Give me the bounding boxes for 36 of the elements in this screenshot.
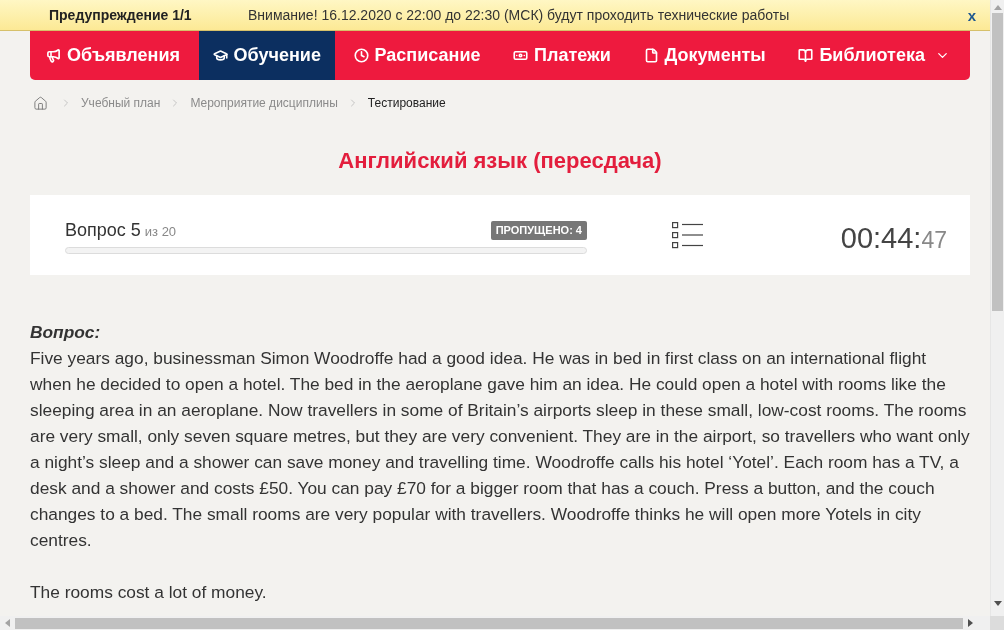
nav-tab[interactable]: Платежи: [499, 31, 625, 80]
scroll-up-arrow-icon[interactable]: [993, 4, 1002, 11]
scroll-down-arrow-icon[interactable]: [993, 600, 1002, 607]
question-total: из 20: [144, 223, 177, 239]
nav-tab[interactable]: Расписание: [339, 31, 495, 80]
statement-text: The rooms cost a lot of money.: [30, 581, 268, 604]
timer-value: 00:44:: [840, 221, 922, 255]
question-text: Five years ago, businessman Simon Woodroffe had a good idea. He was in bed in first class on an international flight when he decided to open a hotel. The bed in the aeroplane gave him an idea. He could open a hotel with rooms like the sleeping area in an aeroplane. Now travellers in some of Britain’s airports sleep in these small, low-cost rooms. The rooms are very small, only seven square metres, but they are very convenient. They are in the airport, so travellers who want only a night’s sleep and a shower can save money and travelling time. Woodroffe calls his hotel ‘Yotel’. Each room has a TV, a desk and a shower and costs £50. You can pay £70 for a bigger room that has a couch. Press a button, and the couch changes to a bed. The small rooms are very popular with travellers. Woodroffe thinks he will open more Yotels in city centres.: [30, 347, 971, 552]
book-icon: [798, 48, 814, 63]
banknote-icon: [513, 48, 529, 63]
megaphone-icon: [46, 48, 61, 63]
question-label: Вопрос:: [30, 321, 102, 344]
question-list-button[interactable]: [672, 221, 703, 249]
breadcrumb-current: Тестирование: [367, 96, 446, 110]
nav-tab[interactable]: Объявления: [32, 31, 194, 80]
document-icon: [643, 48, 659, 63]
nav-tab[interactable]: Обучение: [198, 31, 335, 80]
breadcrumb-link[interactable]: Мероприятие дисциплины: [190, 96, 338, 110]
clock-icon: [353, 48, 369, 63]
alert-title: Предупреждение 1/1: [49, 7, 193, 23]
scroll-right-arrow-icon[interactable]: [967, 619, 974, 627]
nav-tab[interactable]: Библиотека: [784, 31, 964, 80]
graduation-cap-icon: [212, 48, 228, 63]
nav-tab[interactable]: Документы: [629, 31, 780, 80]
scrollbar-thumb[interactable]: [992, 13, 1003, 311]
scroll-left-arrow-icon[interactable]: [4, 619, 11, 627]
list-icon: [672, 221, 703, 249]
skipped-count-badge: ПРОПУЩЕНО: 4: [490, 220, 587, 240]
home-icon[interactable]: [33, 95, 48, 111]
alert-message: Внимание! 16.12.2020 с 22:00 до 22:30 (МСК) будут проходить технические работы: [248, 7, 790, 23]
timer-seconds: 47: [921, 226, 947, 254]
close-button[interactable]: x: [965, 6, 978, 24]
page-title: Английский язык (пересдача): [337, 148, 663, 174]
scrollbar-thumb[interactable]: [15, 617, 963, 629]
breadcrumb-link[interactable]: Учебный план: [81, 96, 161, 110]
question-number: Вопрос 5: [65, 219, 141, 240]
